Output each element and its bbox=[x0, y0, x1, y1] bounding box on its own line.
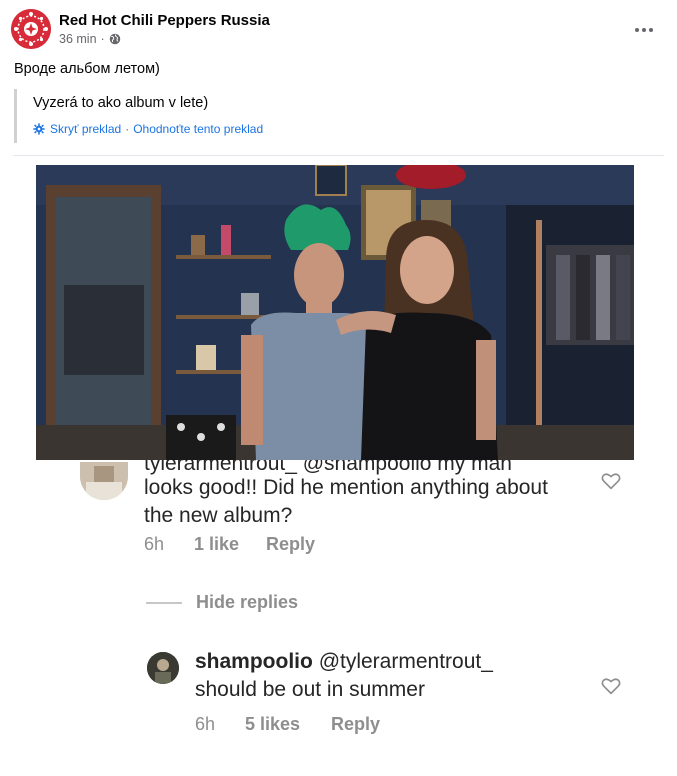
heart-icon[interactable] bbox=[601, 677, 621, 695]
reply-username: shampoolio bbox=[195, 650, 313, 673]
reply-text: shampoolio @tylerarmentrout_ should be o… bbox=[195, 648, 595, 704]
post-image[interactable]: tylerarmentrout_ @shampoolio my man look… bbox=[36, 165, 634, 772]
reply-likes: 5 likes bbox=[245, 714, 301, 734]
more-options-icon[interactable] bbox=[633, 20, 655, 40]
post-meta: 36 min · bbox=[59, 32, 121, 46]
facebook-post: Red Hot Chili Peppers Russia 36 min · Вр… bbox=[0, 0, 677, 776]
reply-button: Reply bbox=[266, 534, 316, 554]
page-avatar[interactable] bbox=[11, 9, 51, 49]
translation-block: Vyzerá to ako album v lete) Skryť prekla… bbox=[14, 89, 314, 143]
post-text: Вроде альбом летом) bbox=[14, 61, 160, 77]
hide-replies-line bbox=[146, 601, 182, 604]
hide-replies-label: Hide replies bbox=[196, 592, 299, 612]
translated-text: Vyzerá to ako album v lete) bbox=[33, 95, 209, 111]
meta-separator: · bbox=[100, 32, 105, 46]
reply-mention: @tylerarmentrout_ bbox=[318, 650, 493, 673]
rate-translation-link[interactable]: Ohodnoťte tento preklad bbox=[133, 122, 263, 136]
globe-icon[interactable] bbox=[109, 33, 121, 45]
heart-icon[interactable] bbox=[601, 472, 621, 490]
translation-links: Skryť preklad · Ohodnoťte tento preklad bbox=[33, 122, 263, 136]
reply-avatar bbox=[147, 652, 179, 684]
commenter-avatar bbox=[80, 462, 128, 500]
page-name-link[interactable]: Red Hot Chili Peppers Russia bbox=[59, 12, 270, 29]
hide-translation-link[interactable]: Skryť preklad bbox=[50, 122, 121, 136]
hide-replies-button: Hide replies bbox=[146, 592, 298, 613]
gear-icon bbox=[33, 123, 45, 135]
reply-time: 6h bbox=[195, 714, 216, 734]
comment-meta: 6h 1 like Reply bbox=[144, 534, 315, 555]
comment-text: looks good!! Did he mention anything abo… bbox=[144, 476, 548, 527]
reply-body: should be out in summer bbox=[195, 678, 425, 701]
comment-time: 6h bbox=[144, 534, 165, 554]
photo-two-men-in-shop bbox=[36, 165, 634, 460]
translation-separator: · bbox=[125, 122, 130, 136]
reply-button: Reply bbox=[331, 714, 381, 734]
divider bbox=[13, 155, 664, 156]
reply-meta: 6h 5 likes Reply bbox=[195, 714, 380, 735]
instagram-comments-screenshot: tylerarmentrout_ @shampoolio my man look… bbox=[36, 460, 634, 772]
comment-likes: 1 like bbox=[194, 534, 240, 554]
page-logo-icon bbox=[11, 9, 51, 49]
post-timestamp[interactable]: 36 min bbox=[59, 32, 97, 46]
